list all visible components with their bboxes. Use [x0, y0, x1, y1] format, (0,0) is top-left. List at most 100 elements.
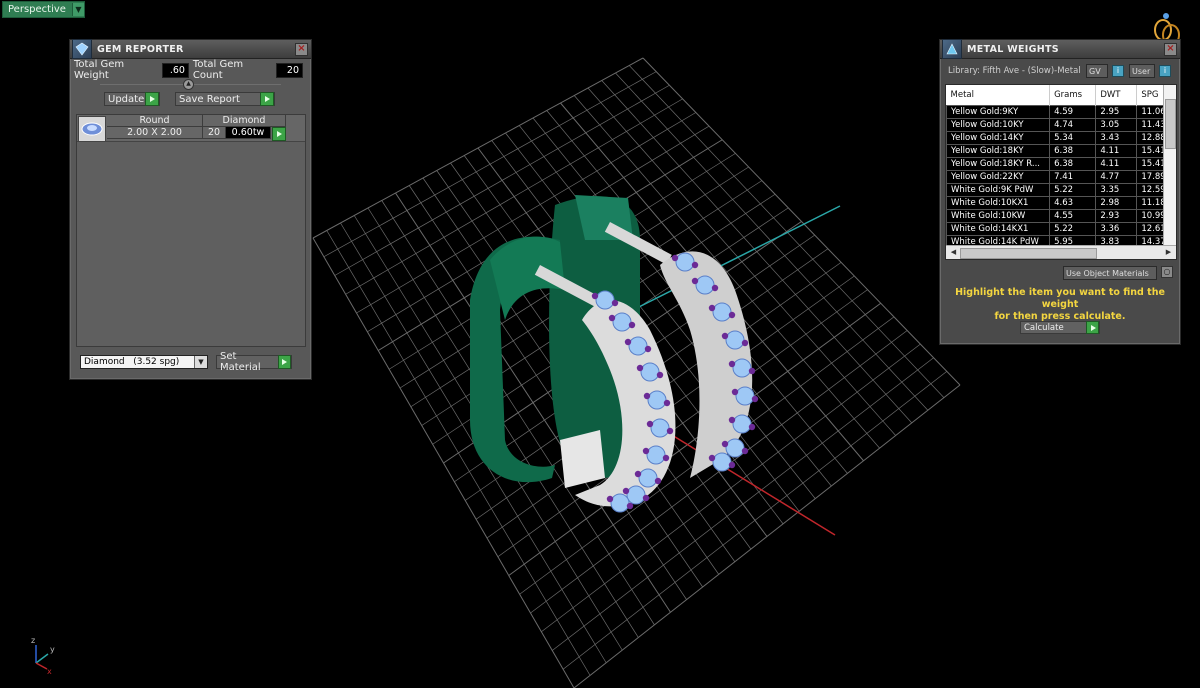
- column-dwt[interactable]: DWT: [1095, 85, 1138, 106]
- dwt-cell: 3.36: [1095, 222, 1138, 236]
- hint-line-1: Highlight the item you want to find the …: [955, 287, 1165, 310]
- scroll-right-icon[interactable]: ▶: [1163, 247, 1174, 258]
- set-material-label: Set Material: [220, 351, 261, 373]
- prong: [711, 284, 719, 292]
- metal-weights-panel: METAL WEIGHTS × Library: Fifth Ave - (Sl…: [939, 39, 1181, 345]
- close-icon[interactable]: ×: [1164, 43, 1177, 56]
- gemstone: [735, 386, 755, 406]
- gem-count: 20: [203, 127, 226, 139]
- gem-reporter-titlebar[interactable]: GEM REPORTER ×: [70, 39, 311, 59]
- use-object-materials-field[interactable]: Use Object Materials: [1063, 266, 1157, 280]
- table-row[interactable]: Yellow Gold:9KY 4.59 2.95 11.06: [946, 105, 1176, 119]
- table-row[interactable]: Yellow Gold:14KY 5.34 3.43 12.88: [946, 131, 1176, 145]
- prong: [624, 338, 632, 346]
- gemstone: [725, 330, 745, 350]
- gem-list[interactable]: Round Diamond 2.00 X 2.00 20 0.60tw: [76, 114, 306, 347]
- prong: [591, 292, 599, 300]
- scroll-thumb[interactable]: [1165, 99, 1176, 149]
- viewport-label[interactable]: Perspective ▼: [2, 1, 85, 18]
- scroll-left-icon[interactable]: ◀: [948, 247, 959, 258]
- table-row[interactable]: White Gold:9K PdW 5.22 3.35 12.59: [946, 183, 1176, 197]
- chevron-down-icon[interactable]: ▼: [71, 3, 84, 16]
- grams-cell: 4.55: [1049, 209, 1097, 223]
- metal-cell: White Gold:14KX1: [946, 222, 1051, 236]
- total-gem-count-field[interactable]: 20: [276, 62, 303, 78]
- metal-cell: White Gold:10KX1: [946, 196, 1051, 210]
- prong: [654, 477, 662, 485]
- list-item[interactable]: Round Diamond 2.00 X 2.00 20 0.60tw: [77, 115, 305, 142]
- round-gem-thumbnail: [78, 116, 106, 142]
- table-row[interactable]: White Gold:14KX1 5.22 3.36 12.61: [946, 222, 1176, 236]
- metal-cell: White Gold:10KW: [946, 209, 1051, 223]
- scroll-thumb[interactable]: [960, 248, 1097, 259]
- grams-cell: 7.41: [1049, 170, 1097, 184]
- prong: [662, 454, 670, 462]
- info-icon[interactable]: i: [1112, 65, 1124, 77]
- prong: [622, 487, 630, 495]
- prong: [663, 399, 671, 407]
- gemstone: [646, 445, 666, 465]
- prong: [606, 495, 614, 503]
- prong: [644, 345, 652, 353]
- metal-hint: Highlight the item you want to find the …: [940, 287, 1180, 323]
- material-select[interactable]: Diamond (3.52 spg) ▼: [80, 355, 208, 369]
- gemstone: [675, 252, 695, 272]
- prong: [728, 360, 736, 368]
- update-button[interactable]: Update: [104, 92, 160, 106]
- table-row[interactable]: Yellow Gold:18KY 6.38 4.11 15.41: [946, 144, 1176, 158]
- dwt-cell: 2.98: [1095, 196, 1138, 210]
- gem-details: Round Diamond 2.00 X 2.00 20 0.60tw: [107, 115, 305, 141]
- grid-line: [642, 57, 961, 386]
- set-material-button[interactable]: Set Material: [216, 351, 292, 373]
- dwt-cell: 2.95: [1095, 105, 1138, 119]
- table-row[interactable]: White Gold:10KX1 4.63 2.98 11.18: [946, 196, 1176, 210]
- use-object-row: Use Object Materials ○: [1063, 266, 1174, 280]
- chevron-down-icon[interactable]: ▼: [194, 356, 207, 368]
- user-field[interactable]: User: [1129, 64, 1155, 78]
- prong: [728, 311, 736, 319]
- table-row[interactable]: White Gold:10KW 4.55 2.93 10.99: [946, 209, 1176, 223]
- prong: [708, 454, 716, 462]
- table-row[interactable]: Yellow Gold:10KY 4.74 3.05 11.43: [946, 118, 1176, 132]
- viewport-label-text: Perspective: [8, 4, 66, 15]
- gem-size: 2.00 X 2.00: [107, 127, 203, 139]
- prong: [721, 440, 729, 448]
- calculate-button[interactable]: Calculate: [1020, 321, 1100, 334]
- metal-cell: Yellow Gold:10KY: [946, 118, 1051, 132]
- prong: [728, 461, 736, 469]
- info-icon[interactable]: i: [1159, 65, 1171, 77]
- metal-table[interactable]: Metal Grams DWT SPG Yellow Gold:9KY 4.59 2…: [945, 84, 1177, 260]
- play-icon[interactable]: [272, 127, 286, 141]
- gemstone: [695, 275, 715, 295]
- metal-weights-table[interactable]: Metal Grams DWT SPG Yellow Gold:9KY 4.59 2…: [946, 85, 1176, 249]
- gemstone: [612, 312, 632, 332]
- column-grams[interactable]: Grams: [1049, 85, 1097, 106]
- vertical-scrollbar[interactable]: [1163, 85, 1176, 246]
- axis-gizmo: z y x: [31, 636, 55, 676]
- prong: [728, 416, 736, 424]
- total-gem-weight-field[interactable]: .60: [162, 62, 189, 78]
- gv-label: GV: [1089, 66, 1101, 76]
- material-spg: (3.52 spg): [133, 357, 180, 367]
- dwt-cell: 3.43: [1095, 131, 1138, 145]
- table-row[interactable]: Yellow Gold:18KY R... 6.38 4.11 15.41: [946, 157, 1176, 171]
- table-row[interactable]: Yellow Gold:22KY 7.41 4.77 17.89: [946, 170, 1176, 184]
- collapse-knob-icon[interactable]: ▲: [183, 79, 194, 90]
- grams-cell: 4.74: [1049, 118, 1097, 132]
- grams-cell: 5.34: [1049, 131, 1097, 145]
- metal-weights-titlebar[interactable]: METAL WEIGHTS ×: [940, 39, 1180, 59]
- save-report-button[interactable]: Save Report: [175, 92, 275, 106]
- prong: [656, 371, 664, 379]
- horizontal-scrollbar[interactable]: ◀ ▶: [946, 245, 1176, 259]
- prong: [731, 388, 739, 396]
- total-gem-count-label: Total Gem Count: [192, 59, 244, 81]
- prong: [741, 447, 749, 455]
- gemstone: [725, 438, 745, 458]
- prong: [671, 254, 679, 262]
- gv-field[interactable]: GV: [1086, 64, 1108, 78]
- toggle-icon[interactable]: ○: [1161, 266, 1173, 278]
- gemstone: [712, 452, 732, 472]
- gemstone: [732, 358, 752, 378]
- close-icon[interactable]: ×: [295, 43, 308, 56]
- column-metal[interactable]: Metal: [946, 85, 1051, 106]
